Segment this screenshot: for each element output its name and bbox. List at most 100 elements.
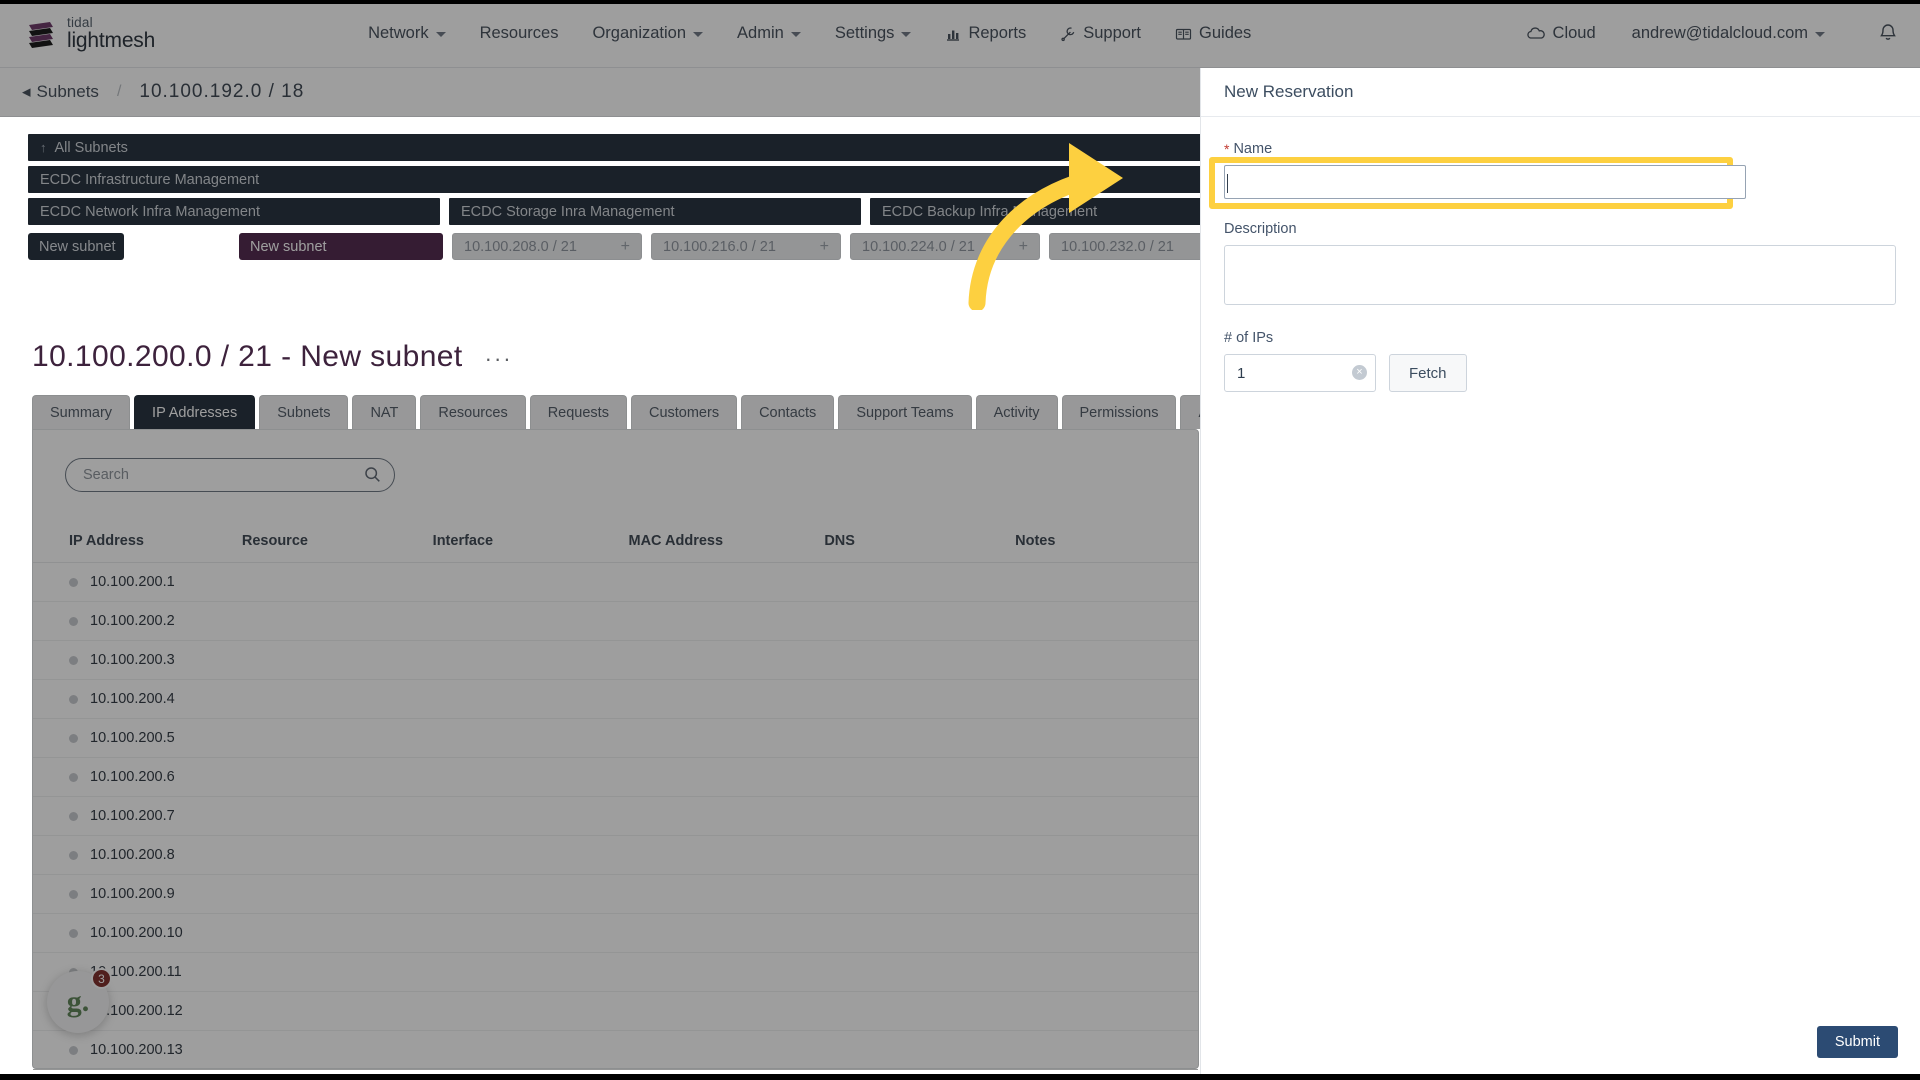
description-textarea[interactable] xyxy=(1224,245,1896,305)
cell-dns[interactable] xyxy=(816,757,1008,797)
hierarchy-bar-network-infra[interactable]: ECDC Network Infra Management xyxy=(28,198,440,225)
breadcrumb-back-subnets[interactable]: ◂ Subnets xyxy=(22,82,99,102)
cell-notes[interactable] xyxy=(1007,991,1198,1031)
column-header-interface[interactable]: Interface xyxy=(424,524,621,563)
column-header-notes[interactable]: Notes xyxy=(1007,524,1198,563)
cell-mac-address[interactable] xyxy=(620,1030,817,1070)
tab-subnets[interactable]: Subnets xyxy=(259,395,349,429)
table-row[interactable]: 10.100.200.10 xyxy=(33,913,1198,953)
hierarchy-bar-storage-infra[interactable]: ECDC Storage Inra Management xyxy=(449,198,861,225)
cell-resource[interactable] xyxy=(233,835,425,875)
cell-ip-address[interactable]: 10.100.200.4 xyxy=(33,679,234,719)
cell-notes[interactable] xyxy=(1007,679,1198,719)
column-header-ip-address[interactable]: IP Address xyxy=(33,524,234,563)
cell-mac-address[interactable] xyxy=(620,952,817,992)
cell-dns[interactable] xyxy=(816,718,1008,758)
user-menu[interactable]: andrew@tidalcloud.com xyxy=(1615,16,1842,51)
nav-item-cloud[interactable]: Cloud xyxy=(1509,16,1613,51)
table-row[interactable]: 10.100.200.6 xyxy=(33,757,1198,797)
cell-interface[interactable] xyxy=(424,1030,621,1070)
cell-ip-address[interactable]: 10.100.200.7 xyxy=(33,796,234,836)
cell-ip-address[interactable]: 10.100.200.9 xyxy=(33,874,234,914)
cell-resource[interactable] xyxy=(233,640,425,680)
cell-notes[interactable] xyxy=(1007,952,1198,992)
cell-interface[interactable] xyxy=(424,562,621,602)
app-logo[interactable]: tidal lightmesh xyxy=(26,16,155,51)
nav-item-network[interactable]: Network xyxy=(351,16,463,51)
cell-mac-address[interactable] xyxy=(620,679,817,719)
cell-dns[interactable] xyxy=(816,913,1008,953)
cell-resource[interactable] xyxy=(233,952,425,992)
table-row[interactable]: 10.100.200.3 xyxy=(33,640,1198,680)
cell-resource[interactable] xyxy=(233,562,425,602)
table-row[interactable]: 10.100.200.5 xyxy=(33,718,1198,758)
cell-notes[interactable] xyxy=(1007,796,1198,836)
nav-item-resources[interactable]: Resources xyxy=(463,16,576,51)
cell-resource[interactable] xyxy=(233,1030,425,1070)
table-row[interactable]: 10.100.200.1 xyxy=(33,562,1198,602)
cell-mac-address[interactable] xyxy=(620,757,817,797)
cell-mac-address[interactable] xyxy=(620,874,817,914)
cell-notes[interactable] xyxy=(1007,601,1198,641)
table-row[interactable]: 10.100.200.13 xyxy=(33,1030,1198,1070)
submit-button[interactable]: Submit xyxy=(1816,1026,1898,1058)
cell-interface[interactable] xyxy=(424,796,621,836)
search-icon[interactable] xyxy=(364,466,381,488)
subnet-chip-10-100-216-0[interactable]: 10.100.216.0 / 21 + xyxy=(651,233,841,260)
cell-dns[interactable] xyxy=(816,1030,1008,1070)
cell-notes[interactable] xyxy=(1007,913,1198,953)
cell-resource[interactable] xyxy=(233,796,425,836)
cell-notes[interactable] xyxy=(1007,718,1198,758)
cell-dns[interactable] xyxy=(816,640,1008,680)
cell-interface[interactable] xyxy=(424,913,621,953)
cell-mac-address[interactable] xyxy=(620,601,817,641)
tab-support-teams[interactable]: Support Teams xyxy=(838,395,972,429)
table-row[interactable]: 10.100.200.4 xyxy=(33,679,1198,719)
cell-ip-address[interactable]: 10.100.200.2 xyxy=(33,601,234,641)
subnet-chip-10-100-224-0[interactable]: 10.100.224.0 / 21 + xyxy=(850,233,1040,260)
nav-item-admin[interactable]: Admin xyxy=(720,16,818,51)
nav-item-guides[interactable]: Guides xyxy=(1158,16,1268,51)
tab-customers[interactable]: Customers xyxy=(630,395,738,429)
tab-requests[interactable]: Requests xyxy=(529,395,627,429)
cell-interface[interactable] xyxy=(424,757,621,797)
tab-permissions[interactable]: Permissions xyxy=(1061,395,1177,429)
cell-ip-address[interactable]: 10.100.200.5 xyxy=(33,718,234,758)
tab-ip-addresses[interactable]: IP Addresses xyxy=(134,395,256,429)
cell-ip-address[interactable]: 10.100.200.10 xyxy=(33,913,234,953)
cell-interface[interactable] xyxy=(424,718,621,758)
cell-resource[interactable] xyxy=(233,679,425,719)
bell-icon[interactable] xyxy=(1878,21,1898,47)
nav-item-support[interactable]: Support xyxy=(1043,16,1158,51)
fetch-button[interactable]: Fetch xyxy=(1389,354,1467,392)
cell-resource[interactable] xyxy=(233,601,425,641)
nav-item-settings[interactable]: Settings xyxy=(818,16,929,51)
cell-resource[interactable] xyxy=(233,874,425,914)
cell-resource[interactable] xyxy=(233,913,425,953)
column-header-dns[interactable]: DNS xyxy=(816,524,1008,563)
cell-mac-address[interactable] xyxy=(620,991,817,1031)
cell-notes[interactable] xyxy=(1007,835,1198,875)
search-input[interactable] xyxy=(65,458,395,492)
table-row[interactable]: 10.100.200.12 xyxy=(33,991,1198,1031)
name-input[interactable] xyxy=(1224,165,1746,199)
column-header-resource[interactable]: Resource xyxy=(233,524,425,563)
cell-ip-address[interactable]: 10.100.200.13 xyxy=(33,1030,234,1070)
subnet-chip-new-subnet-2-selected[interactable]: New subnet xyxy=(239,233,443,260)
column-header-mac-address[interactable]: MAC Address xyxy=(620,524,817,563)
cell-dns[interactable] xyxy=(816,601,1008,641)
cell-interface[interactable] xyxy=(424,952,621,992)
cell-interface[interactable] xyxy=(424,991,621,1031)
clear-icon[interactable]: × xyxy=(1352,365,1367,380)
tab-resources[interactable]: Resources xyxy=(420,395,526,429)
tab-contacts[interactable]: Contacts xyxy=(741,395,835,429)
cell-dns[interactable] xyxy=(816,796,1008,836)
cell-dns[interactable] xyxy=(816,952,1008,992)
cell-mac-address[interactable] xyxy=(620,913,817,953)
cell-resource[interactable] xyxy=(233,757,425,797)
cell-resource[interactable] xyxy=(233,991,425,1031)
cell-mac-address[interactable] xyxy=(620,835,817,875)
cell-ip-address[interactable]: 10.100.200.3 xyxy=(33,640,234,680)
cell-interface[interactable] xyxy=(424,640,621,680)
tab-activity[interactable]: Activity xyxy=(975,395,1058,429)
